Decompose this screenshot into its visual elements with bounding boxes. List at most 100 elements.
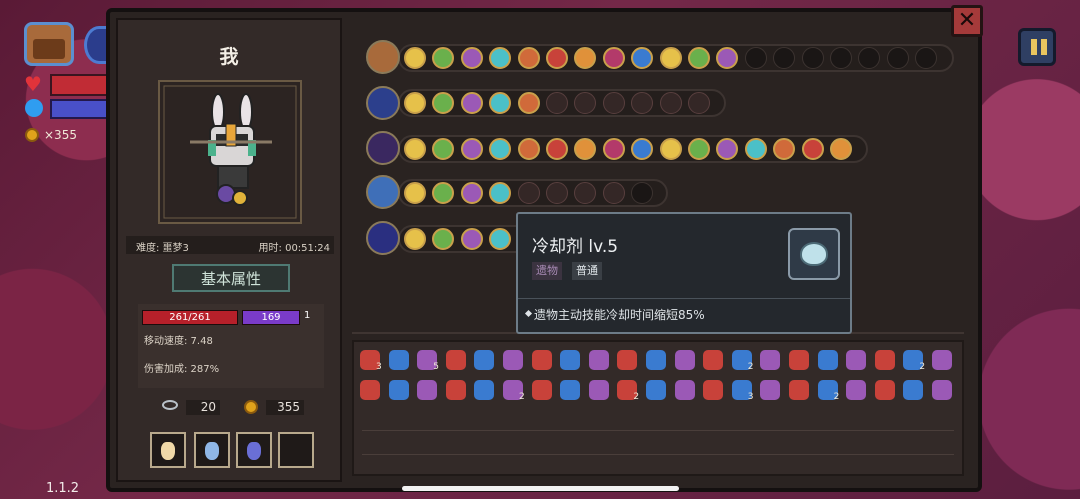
orb-weapon[interactable] [366, 175, 400, 209]
skill-slot[interactable] [517, 92, 540, 114]
skill-slot[interactable] [716, 138, 739, 160]
inventory-item[interactable] [445, 350, 466, 370]
inventory-item[interactable] [874, 380, 895, 400]
inventory-item[interactable] [388, 350, 409, 370]
inventory-item[interactable] [531, 380, 552, 400]
locked-slot[interactable] [574, 92, 597, 114]
skill-slot[interactable] [773, 138, 796, 160]
orb-weapon[interactable] [366, 86, 400, 120]
chest-slot[interactable] [366, 40, 400, 74]
inventory-item[interactable] [760, 350, 781, 370]
staff-weapon[interactable] [366, 131, 400, 165]
skill-slot[interactable] [404, 182, 426, 204]
inventory-item[interactable] [932, 350, 952, 370]
skill-slot[interactable] [688, 138, 710, 160]
empty-slot[interactable] [886, 47, 909, 69]
skill-slot[interactable] [517, 138, 540, 160]
skill-slot[interactable] [830, 138, 852, 160]
skill-slot[interactable] [460, 92, 483, 114]
skill-slot[interactable] [489, 92, 512, 114]
skill-slot[interactable] [404, 47, 426, 69]
skill-slot[interactable] [688, 47, 710, 69]
empty-slot[interactable] [858, 47, 881, 69]
locked-slot[interactable] [602, 182, 625, 204]
skill-slot[interactable] [432, 182, 455, 204]
skill-slot[interactable] [744, 138, 767, 160]
skill-slot[interactable] [489, 182, 512, 204]
locked-slot[interactable] [517, 182, 540, 204]
inventory-item[interactable] [646, 350, 666, 370]
inventory-item[interactable] [474, 380, 495, 400]
inventory-item[interactable] [846, 380, 867, 400]
skill-slot[interactable] [489, 228, 512, 250]
inventory-item[interactable] [388, 380, 409, 400]
empty-slot[interactable] [744, 47, 767, 69]
locked-slot[interactable] [546, 182, 568, 204]
skill-slot[interactable] [631, 138, 654, 160]
inventory-item[interactable] [588, 350, 609, 370]
locked-slot[interactable] [602, 92, 625, 114]
inventory-item[interactable] [503, 350, 523, 370]
skill-slot[interactable] [631, 47, 654, 69]
locked-slot[interactable] [688, 92, 710, 114]
empty-slot[interactable] [801, 47, 824, 69]
potion-slot[interactable] [194, 432, 230, 468]
inventory-item[interactable] [360, 380, 380, 400]
skill-slot[interactable] [404, 228, 426, 250]
inventory-item[interactable] [560, 350, 581, 370]
locked-slot[interactable] [546, 92, 568, 114]
inventory-item[interactable] [674, 350, 695, 370]
inventory-item[interactable] [588, 380, 609, 400]
orb-weapon[interactable] [366, 221, 400, 255]
skill-slot[interactable] [432, 47, 455, 69]
skill-slot[interactable] [574, 47, 597, 69]
skill-slot[interactable] [432, 92, 455, 114]
skill-slot[interactable] [602, 138, 625, 160]
potion-slot-empty[interactable] [278, 432, 314, 468]
inventory-item[interactable] [903, 380, 924, 400]
inventory-item[interactable] [789, 350, 809, 370]
skill-slot[interactable] [801, 138, 824, 160]
skill-slot[interactable] [546, 47, 568, 69]
skill-slot[interactable] [460, 47, 483, 69]
locked-slot[interactable] [631, 92, 654, 114]
skill-slot[interactable] [659, 138, 682, 160]
inventory-item[interactable] [474, 350, 495, 370]
inventory-item[interactable] [760, 380, 781, 400]
inventory-item[interactable] [646, 380, 666, 400]
inventory-item[interactable] [617, 350, 638, 370]
skill-slot[interactable] [602, 47, 625, 69]
empty-slot[interactable] [773, 47, 796, 69]
inventory-item[interactable] [932, 380, 952, 400]
inventory-item[interactable] [417, 380, 438, 400]
inventory-item[interactable] [445, 380, 466, 400]
skill-slot[interactable] [460, 138, 483, 160]
inventory-item[interactable] [531, 350, 552, 370]
inventory-item[interactable] [703, 380, 724, 400]
skill-slot[interactable] [517, 47, 540, 69]
inventory-item[interactable] [703, 350, 724, 370]
potion-slot[interactable] [150, 432, 186, 468]
chest-icon[interactable] [24, 22, 74, 66]
empty-slot[interactable] [830, 47, 852, 69]
skill-slot[interactable] [432, 228, 455, 250]
skill-slot[interactable] [659, 47, 682, 69]
skill-slot[interactable] [404, 92, 426, 114]
potion-slot[interactable] [236, 432, 272, 468]
skill-slot[interactable] [546, 138, 568, 160]
pause-button[interactable] [1018, 28, 1056, 66]
skill-slot[interactable] [432, 138, 455, 160]
inventory-item[interactable] [817, 350, 838, 370]
inventory-item[interactable] [846, 350, 867, 370]
skill-slot[interactable] [460, 182, 483, 204]
inventory-item[interactable] [789, 380, 809, 400]
skill-slot[interactable] [460, 228, 483, 250]
skill-slot[interactable] [716, 47, 739, 69]
locked-slot[interactable] [574, 182, 597, 204]
attributes-title[interactable]: 基本属性 [172, 264, 290, 292]
inventory-item[interactable] [560, 380, 581, 400]
skill-slot[interactable] [489, 47, 512, 69]
inventory-item[interactable] [874, 350, 895, 370]
empty-slot[interactable] [631, 182, 654, 204]
home-indicator[interactable] [402, 486, 679, 491]
